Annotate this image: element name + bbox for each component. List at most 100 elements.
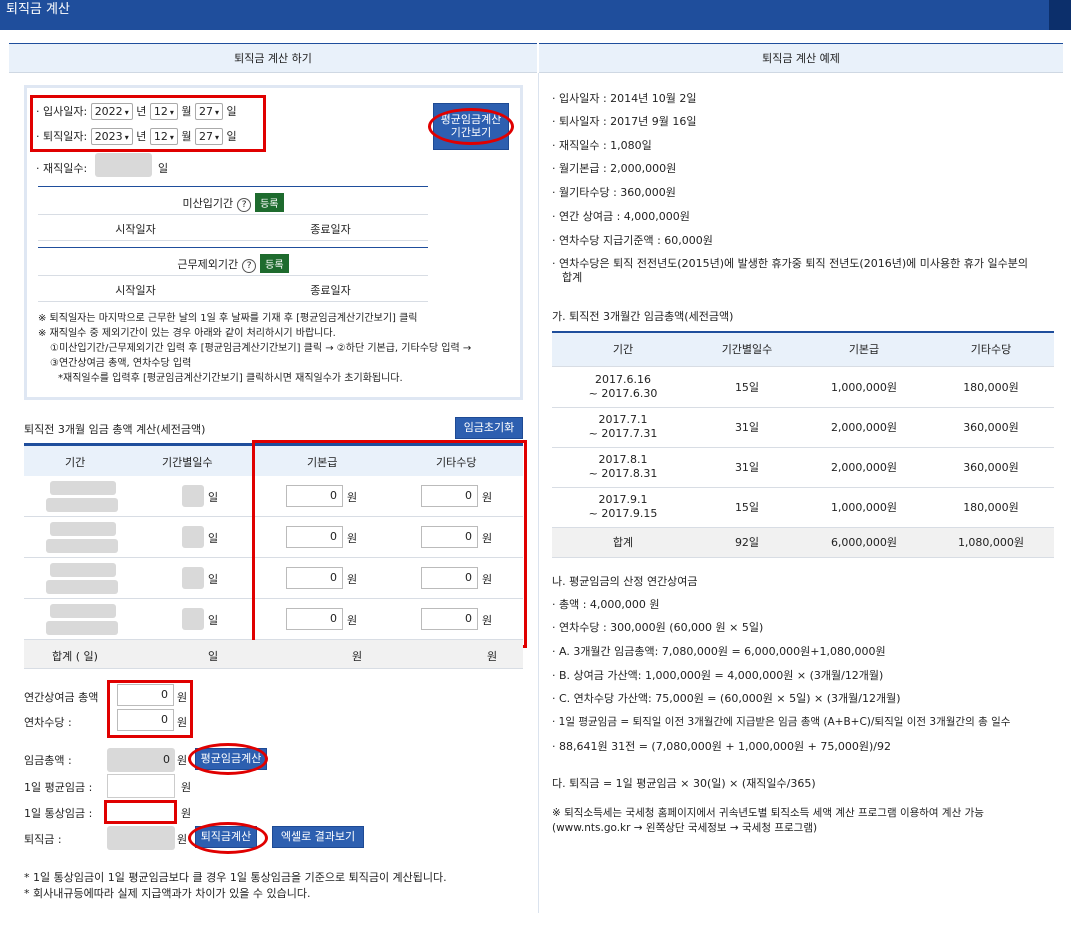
unpaid-register-button[interactable]: 등록	[255, 193, 284, 212]
note-line: ※ 재직일수 중 제외기간이 있는 경우 아래와 같이 처리하시기 바랍니다.	[38, 328, 336, 339]
help-icon[interactable]: ?	[242, 259, 257, 273]
daily-normal-label: 1일 통상임금 :	[24, 807, 93, 820]
won-unit: 원	[181, 807, 192, 820]
total-period: 합계	[552, 527, 694, 558]
example-line: · 재직일수 : 1,080일	[552, 139, 652, 152]
wage-head-days: 기간별일수	[162, 456, 213, 469]
daily-avg-field[interactable]	[107, 774, 175, 798]
tenure-field[interactable]	[95, 153, 152, 177]
period-end-field[interactable]	[46, 580, 118, 594]
period-start-field[interactable]	[50, 481, 116, 495]
help-icon[interactable]: ?	[237, 198, 252, 212]
days-field[interactable]	[182, 485, 204, 507]
won-unit: 원	[177, 754, 188, 767]
example-line: · A. 3개월간 임금총액: 7,080,000원 = 6,000,000원+…	[552, 645, 886, 658]
section-c-title: 다. 퇴직금 = 1일 평균임금 × 30(일) × (재직일수/365)	[552, 777, 816, 790]
wage-total-label: 합계 ( 일)	[52, 650, 98, 663]
tenure-row: · 재직일수:	[36, 160, 87, 176]
tax-note-line: (www.nts.go.kr → 왼쪽상단 국세정보 → 국세청 프로그램)	[552, 822, 818, 834]
period-end-field[interactable]	[46, 498, 118, 512]
unpaid-end-label: 종료일자	[233, 215, 428, 241]
avg-period-highlight	[428, 108, 514, 145]
row-other: 180,000원	[928, 487, 1054, 528]
section-a-title: 가. 퇴직전 3개월간 임금총액(세전금액)	[552, 310, 734, 323]
calc-header: 퇴직금 계산 하기	[9, 43, 537, 73]
wage-section-title: 퇴직전 3개월 임금 총액 계산(세전금액)	[24, 423, 206, 436]
note-line: ※ 퇴직일자는 마지막으로 근무한 날의 1일 후 날짜를 기재 후 [평균임금…	[38, 313, 418, 324]
won-unit: 원	[181, 781, 192, 794]
row-days: 15일	[694, 366, 800, 408]
row-days: 15일	[694, 487, 800, 528]
column-divider	[538, 73, 539, 913]
row-period: 2017.6.16 ~ 2017.6.30	[552, 366, 694, 408]
avg-calc-highlight	[188, 743, 268, 775]
row-base: 1,000,000원	[800, 366, 928, 408]
period-start-field[interactable]	[50, 522, 116, 536]
example-line: 합계	[562, 271, 583, 284]
row-period: 2017.7.1 ~ 2017.7.31	[552, 407, 694, 448]
period-start-field[interactable]	[50, 563, 116, 577]
table-row: 2017.6.16 ~ 2017.6.30 15일 1,000,000원 180…	[552, 366, 1054, 408]
daily-normal-input[interactable]	[104, 800, 177, 824]
row-period: 2017.9.1 ~ 2017.9.15	[552, 487, 694, 528]
severance-calc-highlight	[188, 822, 268, 854]
excel-export-button[interactable]: 엑셀로 결과보기	[272, 826, 364, 848]
period-start-field[interactable]	[50, 604, 116, 618]
example-head-period: 기간	[552, 332, 694, 367]
example-head-days: 기간별일수	[694, 332, 800, 367]
table-total-row: 합계 92일 6,000,000원 1,080,000원	[552, 527, 1054, 558]
example-head-base: 기본급	[800, 332, 928, 367]
severance-field	[107, 826, 175, 850]
period-end-field[interactable]	[46, 621, 118, 635]
title-bar-edge	[1049, 0, 1071, 30]
daily-avg-label: 1일 평균임금 :	[24, 781, 93, 794]
won-unit: 원	[177, 833, 188, 846]
excluded-register-button[interactable]: 등록	[260, 254, 289, 273]
total-base: 6,000,000원	[800, 527, 928, 558]
row-days: 31일	[694, 447, 800, 488]
example-line: · 퇴사일자 : 2017년 9월 16일	[552, 115, 697, 128]
table-row: 2017.9.1 ~ 2017.9.15 15일 1,000,000원 180,…	[552, 487, 1054, 528]
wage-total-other: 원	[487, 650, 498, 663]
days-unit: 일	[208, 573, 219, 586]
footnote-line: * 1일 통상임금이 1일 평균임금보다 클 경우 1일 통상임금을 기준으로 …	[24, 871, 447, 884]
leave-pay-label: 연차수당 :	[24, 716, 72, 729]
period-end-field[interactable]	[46, 539, 118, 553]
days-unit: 일	[208, 532, 219, 545]
title-bar: 퇴직금 계산	[0, 0, 1071, 30]
bonus-highlight	[107, 680, 193, 738]
row-base: 2,000,000원	[800, 447, 928, 488]
footnote-line: * 회사내규등에따라 실제 지급액과가 차이가 있을 수 있습니다.	[24, 887, 311, 900]
excluded-start-label: 시작일자	[38, 276, 233, 302]
unpaid-title: 미산입기간	[182, 197, 234, 210]
row-other: 360,000원	[928, 447, 1054, 488]
table-row: 2017.7.1 ~ 2017.7.31 31일 2,000,000원 360,…	[552, 407, 1054, 448]
example-line: · 1일 평균임금 = 퇴직일 이전 3개월간에 지급받은 임금 총액 (A+B…	[552, 716, 1011, 728]
example-line: · 연차수당은 퇴직 전전년도(2015년)에 발생한 휴가중 퇴직 전년도(2…	[552, 257, 1028, 270]
example-header: 퇴직금 계산 예제	[539, 43, 1063, 73]
excluded-period-header: 근무제외기간? 등록	[38, 247, 428, 276]
example-line: · 연간 상여금 : 4,000,000원	[552, 210, 690, 223]
page-title: 퇴직금 계산	[6, 2, 70, 17]
wage-total-days: 일	[208, 650, 219, 663]
days-field[interactable]	[182, 526, 204, 548]
example-line: · 총액 : 4,000,000 원	[552, 598, 660, 611]
wage-total-row	[24, 640, 523, 669]
days-field[interactable]	[182, 567, 204, 589]
unpaid-period-header: 미산입기간? 등록	[38, 186, 428, 215]
days-unit: 일	[208, 491, 219, 504]
table-row: 2017.8.1 ~ 2017.8.31 31일 2,000,000원 360,…	[552, 447, 1054, 488]
tax-note-line: ※ 퇴직소득세는 국세청 홈페이지에서 귀속년도별 퇴직소득 세액 계산 프로그…	[552, 807, 984, 819]
calc-header-text: 퇴직금 계산 하기	[234, 52, 312, 65]
wage-total-base: 원	[352, 650, 363, 663]
tenure-label: · 재직일수:	[36, 162, 88, 175]
example-line: · 88,641원 31전 = (7,080,000원 + 1,000,000원…	[552, 740, 891, 753]
days-field[interactable]	[182, 608, 204, 630]
note-line: ③연간상여금 총액, 연차수당 입력	[50, 358, 192, 369]
row-days: 31일	[694, 407, 800, 448]
row-base: 2,000,000원	[800, 407, 928, 448]
wage-total-result-field: 0	[107, 748, 175, 772]
row-base: 1,000,000원	[800, 487, 928, 528]
example-line: · C. 연차수당 가산액: 75,000원 = (60,000원 × 5일) …	[552, 692, 901, 705]
wage-reset-button[interactable]: 임금초기화	[455, 417, 523, 439]
